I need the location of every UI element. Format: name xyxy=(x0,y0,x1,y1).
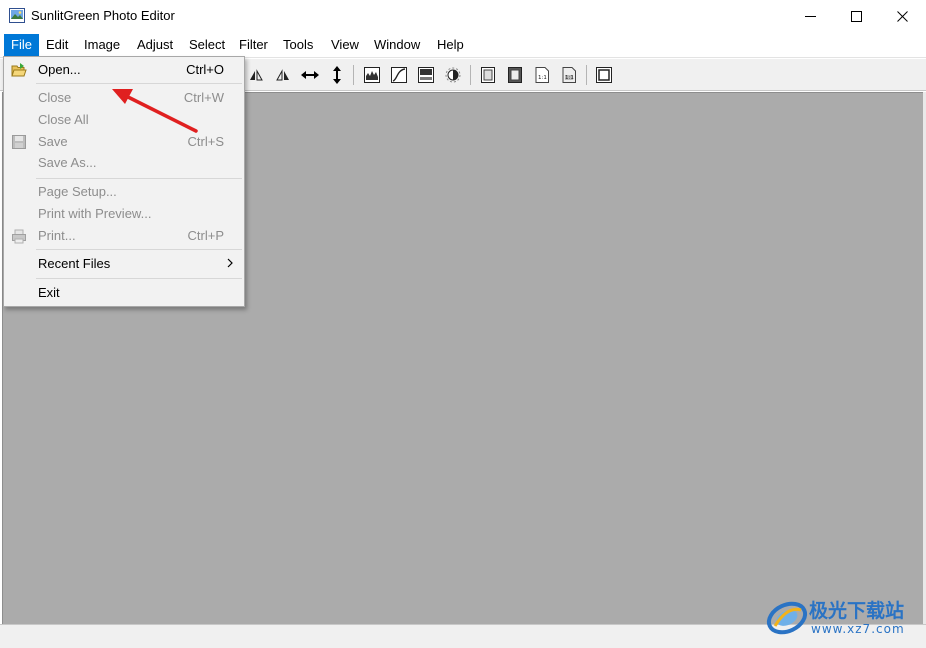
chevron-right-icon xyxy=(226,257,234,272)
maximize-icon xyxy=(850,10,862,22)
menu-separator xyxy=(36,249,242,250)
menu-image[interactable]: Image xyxy=(77,34,127,56)
menu-item-label: Recent Files xyxy=(38,256,111,271)
watermark-title: 极光下载站 xyxy=(809,600,905,622)
histogram-icon[interactable] xyxy=(361,64,383,86)
close-button[interactable] xyxy=(879,0,925,32)
file-menu-dropdown: Open... Ctrl+O Close Ctrl+W Close All Sa… xyxy=(3,56,245,307)
fullscreen-icon[interactable] xyxy=(593,64,615,86)
menu-select[interactable]: Select xyxy=(182,34,232,56)
menu-item-save[interactable]: Save Ctrl+S xyxy=(4,131,244,153)
menu-separator xyxy=(36,83,242,84)
menu-item-label: Save xyxy=(38,134,68,149)
svg-text:1:1: 1:1 xyxy=(565,75,574,81)
toolbar-separator xyxy=(470,65,471,85)
stretch-vertical-icon[interactable] xyxy=(326,64,348,86)
menu-item-label: Close All xyxy=(38,112,89,127)
flip-vertical-icon[interactable] xyxy=(245,64,267,86)
stretch-horizontal-icon[interactable] xyxy=(299,64,321,86)
menu-edit[interactable]: Edit xyxy=(39,34,75,56)
menu-item-label: Print with Preview... xyxy=(38,206,152,221)
shortcut-label: Ctrl+S xyxy=(187,134,224,149)
printer-icon xyxy=(11,228,27,244)
minimize-icon xyxy=(804,11,816,22)
maximize-button[interactable] xyxy=(833,0,879,32)
menu-item-label: Exit xyxy=(38,285,60,300)
levels-icon[interactable] xyxy=(415,64,437,86)
menu-item-print[interactable]: Print... Ctrl+P xyxy=(4,225,244,247)
menu-item-print-preview[interactable]: Print with Preview... xyxy=(4,203,244,225)
menu-item-label: Print... xyxy=(38,228,76,243)
svg-text:1:1: 1:1 xyxy=(538,75,547,81)
menu-item-save-as[interactable]: Save As... xyxy=(4,152,244,174)
menu-window[interactable]: Window xyxy=(367,34,427,56)
menu-adjust[interactable]: Adjust xyxy=(130,34,180,56)
menu-item-close-all[interactable]: Close All xyxy=(4,109,244,131)
menu-item-close[interactable]: Close Ctrl+W xyxy=(4,87,244,109)
menu-item-exit[interactable]: Exit xyxy=(4,282,244,304)
menu-item-recent-files[interactable]: Recent Files xyxy=(4,253,244,275)
menu-item-label: Open... xyxy=(38,62,81,77)
menu-separator xyxy=(36,278,242,279)
menu-item-label: Save As... xyxy=(38,155,97,170)
window-title: SunlitGreen Photo Editor xyxy=(31,8,175,23)
curves-icon[interactable] xyxy=(388,64,410,86)
menu-separator xyxy=(36,178,242,179)
frame-icon[interactable] xyxy=(477,64,499,86)
watermark-url: www.xz7.com xyxy=(811,622,905,636)
close-icon xyxy=(896,10,908,22)
watermark-logo-icon xyxy=(765,596,809,636)
menu-view[interactable]: View xyxy=(324,34,366,56)
open-folder-icon xyxy=(11,62,27,78)
menu-bar: File Edit Image Adjust Select Filter Too… xyxy=(0,32,926,58)
brightness-icon[interactable] xyxy=(442,64,464,86)
shortcut-label: Ctrl+O xyxy=(186,62,224,77)
fit-size-icon[interactable]: 1:1 xyxy=(558,64,580,86)
menu-file[interactable]: File xyxy=(4,34,39,56)
menu-item-label: Page Setup... xyxy=(38,184,117,199)
toolbar-separator xyxy=(353,65,354,85)
menu-item-label: Close xyxy=(38,90,72,105)
shortcut-label: Ctrl+P xyxy=(187,228,224,243)
watermark: 极光下载站 www.xz7.com xyxy=(765,594,921,642)
menu-tools[interactable]: Tools xyxy=(276,34,320,56)
menu-item-page-setup[interactable]: Page Setup... xyxy=(4,181,244,203)
title-bar: SunlitGreen Photo Editor xyxy=(0,0,926,32)
flip-horizontal-icon[interactable] xyxy=(272,64,294,86)
frame-shadow-icon[interactable] xyxy=(504,64,526,86)
menu-item-open[interactable]: Open... Ctrl+O xyxy=(4,59,244,81)
save-disk-icon xyxy=(11,134,27,150)
menu-filter[interactable]: Filter xyxy=(232,34,275,56)
toolbar-separator xyxy=(586,65,587,85)
shortcut-label: Ctrl+W xyxy=(183,90,224,105)
actual-size-icon[interactable]: 1:1 xyxy=(531,64,553,86)
menu-help[interactable]: Help xyxy=(430,34,471,56)
app-image-icon[interactable] xyxy=(9,8,25,23)
minimize-button[interactable] xyxy=(787,0,833,32)
